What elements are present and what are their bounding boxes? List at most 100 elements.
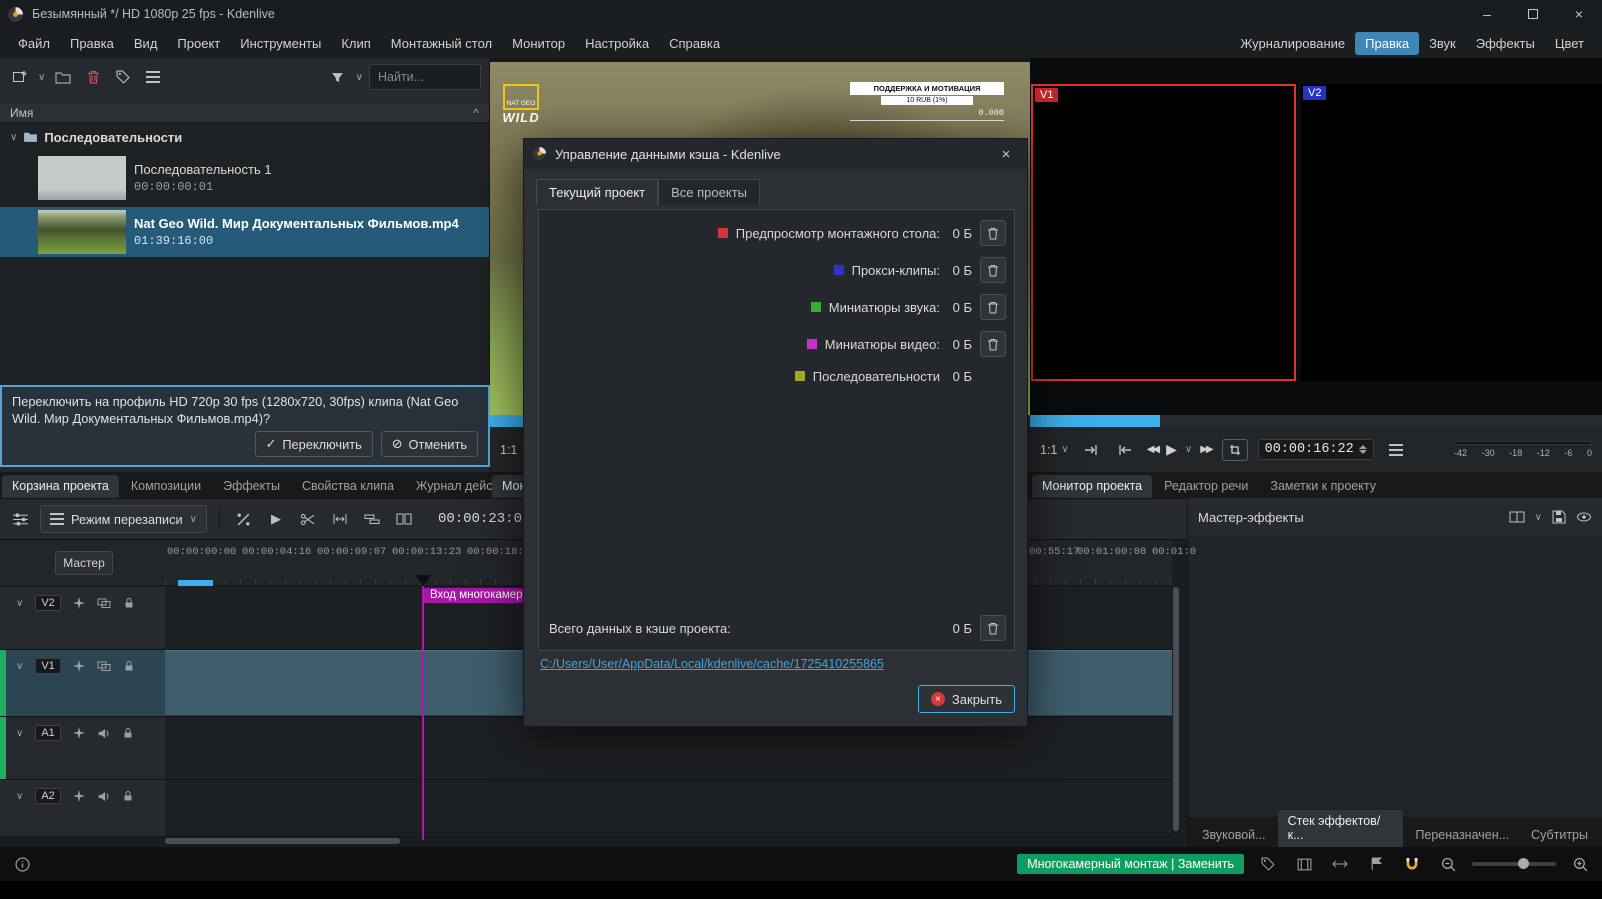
delete-cache-button[interactable] — [980, 257, 1006, 283]
collapse-track-icon[interactable]: ∨ — [16, 791, 23, 802]
delete-cache-button[interactable] — [980, 220, 1006, 246]
play-button[interactable]: ▶ — [1166, 441, 1177, 458]
chevron-down-icon[interactable]: ∨ — [1535, 512, 1542, 523]
tab-compositions[interactable]: Композиции — [121, 475, 211, 498]
timeline-vertical-scrollbar[interactable] — [1172, 587, 1180, 837]
track-name-badge[interactable]: V1 — [35, 658, 60, 674]
bin-menu-button[interactable] — [141, 65, 165, 89]
tab-effect-stack[interactable]: Стек эффектов/к... — [1278, 810, 1404, 847]
snap-magnet-icon[interactable] — [1400, 852, 1424, 876]
zoom-out-icon[interactable] — [1436, 852, 1460, 876]
close-dialog-button[interactable]: × Закрыть — [918, 685, 1015, 713]
close-button[interactable]: × — [1556, 0, 1602, 28]
track-effects-icon[interactable] — [73, 727, 85, 739]
multitrack-view-button[interactable] — [1222, 439, 1248, 461]
collapse-track-icon[interactable]: ∨ — [16, 661, 23, 672]
folder-row-sequences[interactable]: ∨ Последовательности — [0, 126, 489, 148]
layout-color[interactable]: Цвет — [1545, 32, 1594, 55]
guide-line[interactable] — [422, 586, 424, 840]
delete-cache-button[interactable] — [980, 331, 1006, 357]
delete-cache-button[interactable] — [980, 294, 1006, 320]
bin-item-natgeo-clip[interactable]: Nat Geo Wild. Мир Документальных Фильмов… — [0, 207, 489, 257]
tag-toggle-icon[interactable] — [1256, 852, 1280, 876]
tab-project-bin[interactable]: Корзина проекта — [2, 475, 119, 498]
track-settings-button[interactable] — [8, 507, 32, 531]
layout-effects[interactable]: Эффекты — [1466, 32, 1545, 55]
tab-project-notes[interactable]: Заметки к проекту — [1260, 475, 1386, 498]
zoom-in-icon[interactable] — [1568, 852, 1592, 876]
scrollbar-handle[interactable] — [1173, 587, 1179, 831]
track-composite-icon[interactable] — [97, 660, 111, 672]
tab-effects[interactable]: Эффекты — [213, 475, 290, 498]
menu-monitor[interactable]: Монитор — [502, 31, 575, 56]
menu-file[interactable]: Файл — [8, 31, 60, 56]
multicam-view-v1[interactable]: V1 — [1031, 84, 1296, 381]
folder-expand-icon[interactable]: ∨ — [10, 132, 17, 143]
spacer-tool-button[interactable] — [328, 507, 352, 531]
forward-button[interactable]: ▶▶ — [1200, 444, 1211, 455]
menu-timeline[interactable]: Монтажный стол — [381, 31, 502, 56]
filter-chevron-icon[interactable]: ∨ — [356, 72, 363, 83]
multicam-tool-button[interactable] — [392, 507, 416, 531]
menu-edit[interactable]: Правка — [60, 31, 124, 56]
slip-tool-button[interactable] — [360, 507, 384, 531]
track-effects-icon[interactable] — [73, 660, 85, 672]
tab-speech-editor[interactable]: Редактор речи — [1154, 475, 1258, 498]
zone-out-icon[interactable] — [1113, 438, 1137, 462]
monitor-timecode[interactable]: 00:00:16:22 — [1258, 439, 1374, 460]
track-composite-icon[interactable] — [97, 597, 111, 609]
menu-help[interactable]: Справка — [659, 31, 730, 56]
markers-flag-icon[interactable] — [1364, 852, 1388, 876]
monitor-menu-button[interactable] — [1384, 438, 1408, 462]
track-header-a2[interactable]: ∨ A2 — [0, 780, 165, 837]
add-clip-button[interactable] — [8, 65, 32, 89]
maximize-button[interactable] — [1510, 0, 1556, 28]
timeline-horizontal-scrollbar[interactable] — [165, 837, 1172, 845]
layout-logging[interactable]: Журналирование — [1230, 32, 1355, 55]
track-name-badge[interactable]: A1 — [35, 725, 60, 741]
project-zoom-dropdown[interactable]: 1:1 ∨ — [1040, 443, 1069, 457]
track-content-a2[interactable] — [165, 780, 1172, 837]
cache-folder-link[interactable]: C:/Users/User/AppData/Local/kdenlive/cac… — [540, 657, 884, 671]
tab-clip-properties[interactable]: Свойства клипа — [292, 475, 404, 498]
tab-remap[interactable]: Переназначен... — [1405, 824, 1519, 847]
track-effects-icon[interactable] — [73, 597, 85, 609]
tab-current-project[interactable]: Текущий проект — [536, 179, 658, 205]
lock-icon[interactable] — [122, 790, 134, 802]
scrollbar-handle[interactable] — [165, 838, 400, 844]
switch-profile-button[interactable]: ✓ Переключить — [255, 431, 373, 457]
minimize-button[interactable]: – — [1464, 0, 1510, 28]
timecode-spinner[interactable] — [1359, 445, 1367, 454]
collapse-track-icon[interactable]: ∨ — [16, 598, 23, 609]
multicam-mode-badge[interactable]: Многокамерный монтаж | Заменить — [1017, 854, 1244, 874]
menu-project[interactable]: Проект — [167, 31, 230, 56]
save-effect-icon[interactable] — [1552, 510, 1566, 524]
layout-editing[interactable]: Правка — [1355, 32, 1419, 55]
master-track-button[interactable]: Мастер — [55, 551, 113, 575]
rewind-button[interactable]: ◀◀ — [1147, 444, 1158, 455]
search-input[interactable] — [369, 64, 481, 90]
show-effects-eye-icon[interactable] — [1576, 512, 1592, 522]
timeline-zoom-slider[interactable] — [1472, 862, 1556, 866]
compare-effect-icon[interactable] — [1509, 511, 1525, 523]
track-header-v1[interactable]: ∨ V1 — [0, 650, 165, 717]
play-menu-chevron-icon[interactable]: ∨ — [1185, 444, 1192, 455]
bin-item-sequence1[interactable]: Последовательность 1 00:00:00:01 — [0, 153, 489, 203]
track-effects-icon[interactable] — [73, 790, 85, 802]
collapse-track-icon[interactable]: ∨ — [16, 728, 23, 739]
message-info-icon[interactable] — [10, 852, 34, 876]
create-folder-button[interactable] — [51, 65, 75, 89]
speaker-icon[interactable] — [97, 727, 110, 740]
layout-audio[interactable]: Звук — [1419, 32, 1466, 55]
track-name-badge[interactable]: A2 — [35, 788, 60, 804]
lock-icon[interactable] — [123, 660, 135, 672]
multicam-view-v2[interactable]: V2 — [1301, 84, 1602, 381]
guide-label[interactable]: Вход многокамер — [424, 588, 529, 603]
sort-icon[interactable]: ^ — [473, 106, 479, 120]
menu-view[interactable]: Вид — [124, 31, 168, 56]
dialog-close-button[interactable]: × — [993, 146, 1019, 163]
edit-mode-dropdown[interactable]: Режим перезаписи ∨ — [40, 505, 207, 533]
add-clip-chevron-icon[interactable]: ∨ — [38, 72, 45, 83]
menu-settings[interactable]: Настройка — [575, 31, 659, 56]
dialog-titlebar[interactable]: Управление данными кэша - Kdenlive × — [524, 139, 1027, 169]
